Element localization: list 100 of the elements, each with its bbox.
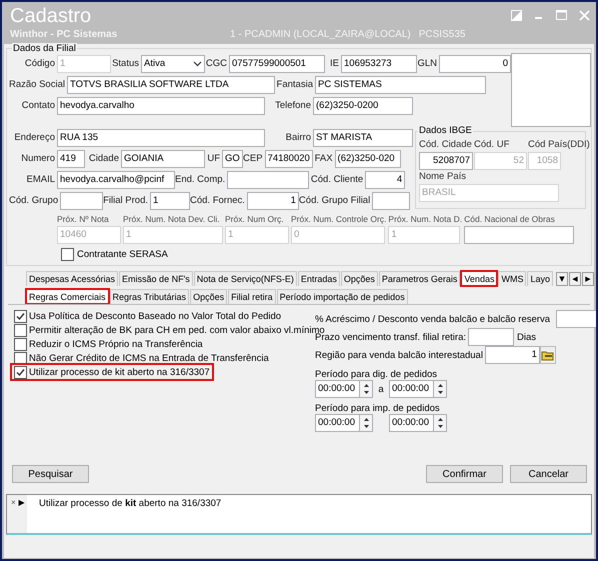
input-field[interactable]: GOIANIA xyxy=(121,150,205,168)
input-field[interactable]: 0 xyxy=(439,54,511,72)
chevron-icon xyxy=(193,60,202,66)
input-field[interactable] xyxy=(372,192,410,210)
input-field[interactable] xyxy=(227,170,310,188)
field-label: Período para imp. de pedidos xyxy=(315,403,441,414)
field-label: CGC xyxy=(205,58,228,69)
input-field[interactable]: hevodya.carvalho xyxy=(57,96,265,114)
tab[interactable]: Nota de Serviço(NFS-E) xyxy=(194,271,297,286)
field-label: Cód País(DDI) xyxy=(528,138,590,152)
option-label: Reduzir o ICMS Próprio na Transferência xyxy=(29,338,203,350)
search-button[interactable]: Pesquisar xyxy=(12,465,89,483)
tab[interactable]: Opções xyxy=(190,289,228,304)
field-label: Fantasia xyxy=(276,79,314,90)
input-field[interactable]: 1 xyxy=(484,346,540,364)
field-label: Endereço xyxy=(13,132,56,143)
field-label: EMAIL xyxy=(25,174,56,185)
checkbox[interactable] xyxy=(14,324,27,336)
input-field[interactable] xyxy=(556,310,596,328)
input-field[interactable]: 106953273 xyxy=(341,54,417,72)
option-label: Utilizar processo de kit aberto na 316/3307 xyxy=(29,366,210,378)
field-label: Razão Social xyxy=(9,79,66,90)
input-field[interactable] xyxy=(468,328,514,346)
tab[interactable]: Regras Tributárias xyxy=(110,289,190,304)
field-label: UF xyxy=(206,153,221,164)
input-field[interactable]: TOTVS BRASILIA SOFTWARE LTDA xyxy=(66,76,275,94)
window-title: Cadastro xyxy=(10,5,92,28)
field-label: Cód. Nacional de Obras xyxy=(464,213,556,226)
field-label: Cód. Fornec. xyxy=(190,195,246,206)
input-field[interactable]: ST MARISTA xyxy=(313,128,413,146)
field-label: Próx. Nº Nota xyxy=(57,213,110,226)
field-label: GLN xyxy=(417,58,438,69)
message-text: Utilizar processo de kit aberto na 316/3307 xyxy=(38,497,222,510)
field-label: Código xyxy=(24,58,56,69)
spin-arrows-icon[interactable] xyxy=(436,383,444,395)
time-field[interactable]: 00:00:00 xyxy=(315,380,360,398)
input-field[interactable] xyxy=(60,192,104,210)
spin-arrows-icon[interactable] xyxy=(362,417,370,429)
spin-arrows-icon[interactable] xyxy=(362,383,370,395)
tab[interactable]: Filial retira xyxy=(228,289,276,304)
input-field[interactable]: hevodya.carvalho@pcinf xyxy=(57,170,175,188)
dismiss-button[interactable]: × xyxy=(11,498,16,507)
field-label: Status xyxy=(111,58,140,69)
group-title: Dados da Filial xyxy=(12,43,77,54)
field-label: Nome País xyxy=(419,170,467,184)
time-field[interactable]: 00:00:00 xyxy=(315,414,360,432)
checkbox[interactable] xyxy=(14,352,27,364)
input-field[interactable]: RUA 135 xyxy=(57,128,265,146)
field-label: Cód. Grupo xyxy=(9,195,60,206)
input-field[interactable]: (62)3250-020 xyxy=(334,150,401,168)
time-field[interactable]: 00:00:00 xyxy=(389,380,434,398)
checkbox[interactable] xyxy=(61,248,74,261)
field-label: Cód. Grupo Filial xyxy=(298,195,372,206)
checkbox[interactable] xyxy=(14,338,27,350)
lookup-button[interactable] xyxy=(540,346,556,364)
input-field[interactable]: 4 xyxy=(365,170,406,188)
tab[interactable]: WMS xyxy=(498,271,526,286)
tab[interactable]: Layo xyxy=(527,271,553,286)
checkbox[interactable] xyxy=(14,366,27,378)
field-label: Cód. Cliente xyxy=(310,174,364,185)
field-label: Telefone xyxy=(274,100,312,111)
time-field[interactable]: 00:00:00 xyxy=(389,414,434,432)
group-title: Dados IBGE xyxy=(418,125,473,136)
checkbox-label: Contratante SERASA xyxy=(77,249,168,260)
tab[interactable]: Parametros Gerais xyxy=(378,271,460,286)
checkbox[interactable] xyxy=(14,310,27,322)
input-field[interactable]: 07577599000501 xyxy=(229,54,325,72)
field-label: Filial Prod. xyxy=(103,195,149,206)
field-label: FAX xyxy=(314,153,334,164)
field-label: Período para dig. de pedidos xyxy=(315,369,438,380)
tab[interactable]: Regras Comerciais xyxy=(26,289,109,304)
input-field[interactable]: 74180020 xyxy=(264,150,313,168)
input-field[interactable]: GO xyxy=(222,150,243,168)
input-field[interactable]: (62)3250-0200 xyxy=(313,96,413,114)
field-label: IE xyxy=(329,58,340,69)
message-marker: ▶ xyxy=(18,498,25,507)
tab[interactable]: Vendas xyxy=(461,271,498,286)
tab[interactable]: Período importação de pedidos xyxy=(276,289,408,304)
input-field[interactable]: 5208707 xyxy=(419,152,473,170)
input-field[interactable]: PC SISTEMAS xyxy=(314,76,486,94)
input-field[interactable]: 1 xyxy=(150,192,190,210)
status-dropdown[interactable]: Ativa xyxy=(141,54,205,72)
field-label: End. Comp. xyxy=(175,174,226,185)
spin-arrows-icon[interactable] xyxy=(436,417,444,429)
unit-label: Dias xyxy=(517,332,536,342)
field-label: Prazo vencimento transf. filial retira: xyxy=(315,332,466,342)
option-label: Não Gerar Crédito de ICMS na Entrada de Transferência xyxy=(29,352,269,364)
field-label: Cidade xyxy=(88,153,120,164)
tab[interactable]: Entradas xyxy=(298,271,340,286)
tab[interactable]: Emissão de NF's xyxy=(119,271,193,286)
input-field[interactable]: 419 xyxy=(57,150,85,168)
option-label: Usa Política de Desconto Baseado no Valor Total do Pedido xyxy=(29,310,282,322)
tab[interactable]: Opções xyxy=(340,271,378,286)
field-label: Próx. Num Orç. xyxy=(225,213,285,226)
cancel-button[interactable]: Cancelar xyxy=(510,465,587,483)
input-field[interactable]: 1 xyxy=(246,192,299,210)
input-field[interactable] xyxy=(464,226,574,244)
field-label: Bairro xyxy=(284,132,312,143)
tab[interactable]: Despesas Acessórias xyxy=(26,271,118,286)
confirm-button[interactable]: Confirmar xyxy=(426,465,503,483)
